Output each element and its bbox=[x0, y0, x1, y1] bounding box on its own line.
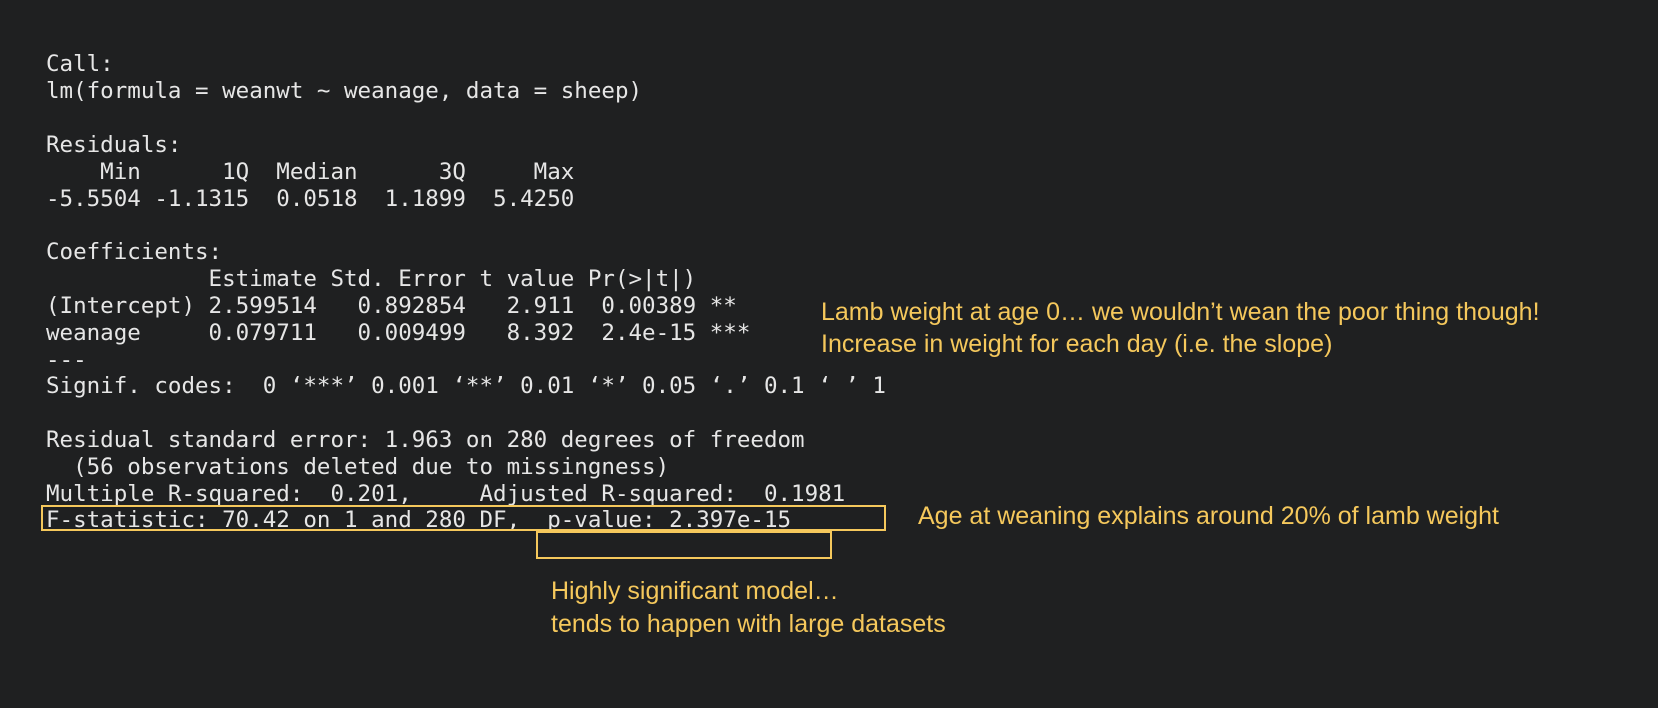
r-squared-annotation: Age at weaning explains around 20% of la… bbox=[918, 502, 1499, 530]
residuals-labels: Min 1Q Median 3Q Max bbox=[46, 159, 588, 185]
deleted-observations: (56 observations deleted due to missingn… bbox=[46, 454, 670, 480]
residuals-values: -5.5504 -1.1315 0.0518 1.1899 5.4250 bbox=[46, 186, 588, 212]
coefficient-row-intercept: (Intercept) 2.599514 0.892854 2.911 0.00… bbox=[46, 293, 751, 319]
coefficients-header: Coefficients: bbox=[46, 239, 223, 265]
p-value-annotation-line-2: tends to happen with large datasets bbox=[551, 610, 946, 638]
residuals-header: Residuals: bbox=[46, 132, 182, 158]
p-value-annotation-line-1: Highly significant model… bbox=[551, 577, 839, 605]
signif-codes: Signif. codes: 0 ‘***’ 0.001 ‘**’ 0.01 ‘… bbox=[46, 373, 886, 399]
p-value-highlight-box bbox=[536, 531, 832, 559]
call-header: Call: bbox=[46, 51, 114, 77]
residual-standard-error: Residual standard error: 1.963 on 280 de… bbox=[46, 427, 805, 453]
coefficients-columns: Estimate Std. Error t value Pr(>|t|) bbox=[46, 266, 751, 292]
r-squared-line: Multiple R-squared: 0.201, Adjusted R-sq… bbox=[46, 481, 859, 507]
r-squared-highlight-box bbox=[41, 505, 886, 531]
call-formula: lm(formula = weanwt ~ weanage, data = sh… bbox=[46, 78, 643, 104]
slope-annotation: Increase in weight for each day (i.e. th… bbox=[821, 330, 1333, 358]
intercept-annotation: Lamb weight at age 0… we wouldn’t wean t… bbox=[821, 298, 1540, 326]
coefficient-row-weanage: weanage 0.079711 0.009499 8.392 2.4e-15 … bbox=[46, 320, 751, 346]
separator-line: --- bbox=[46, 347, 87, 373]
slide-canvas: Call: lm(formula = weanwt ~ weanage, dat… bbox=[0, 0, 1658, 708]
